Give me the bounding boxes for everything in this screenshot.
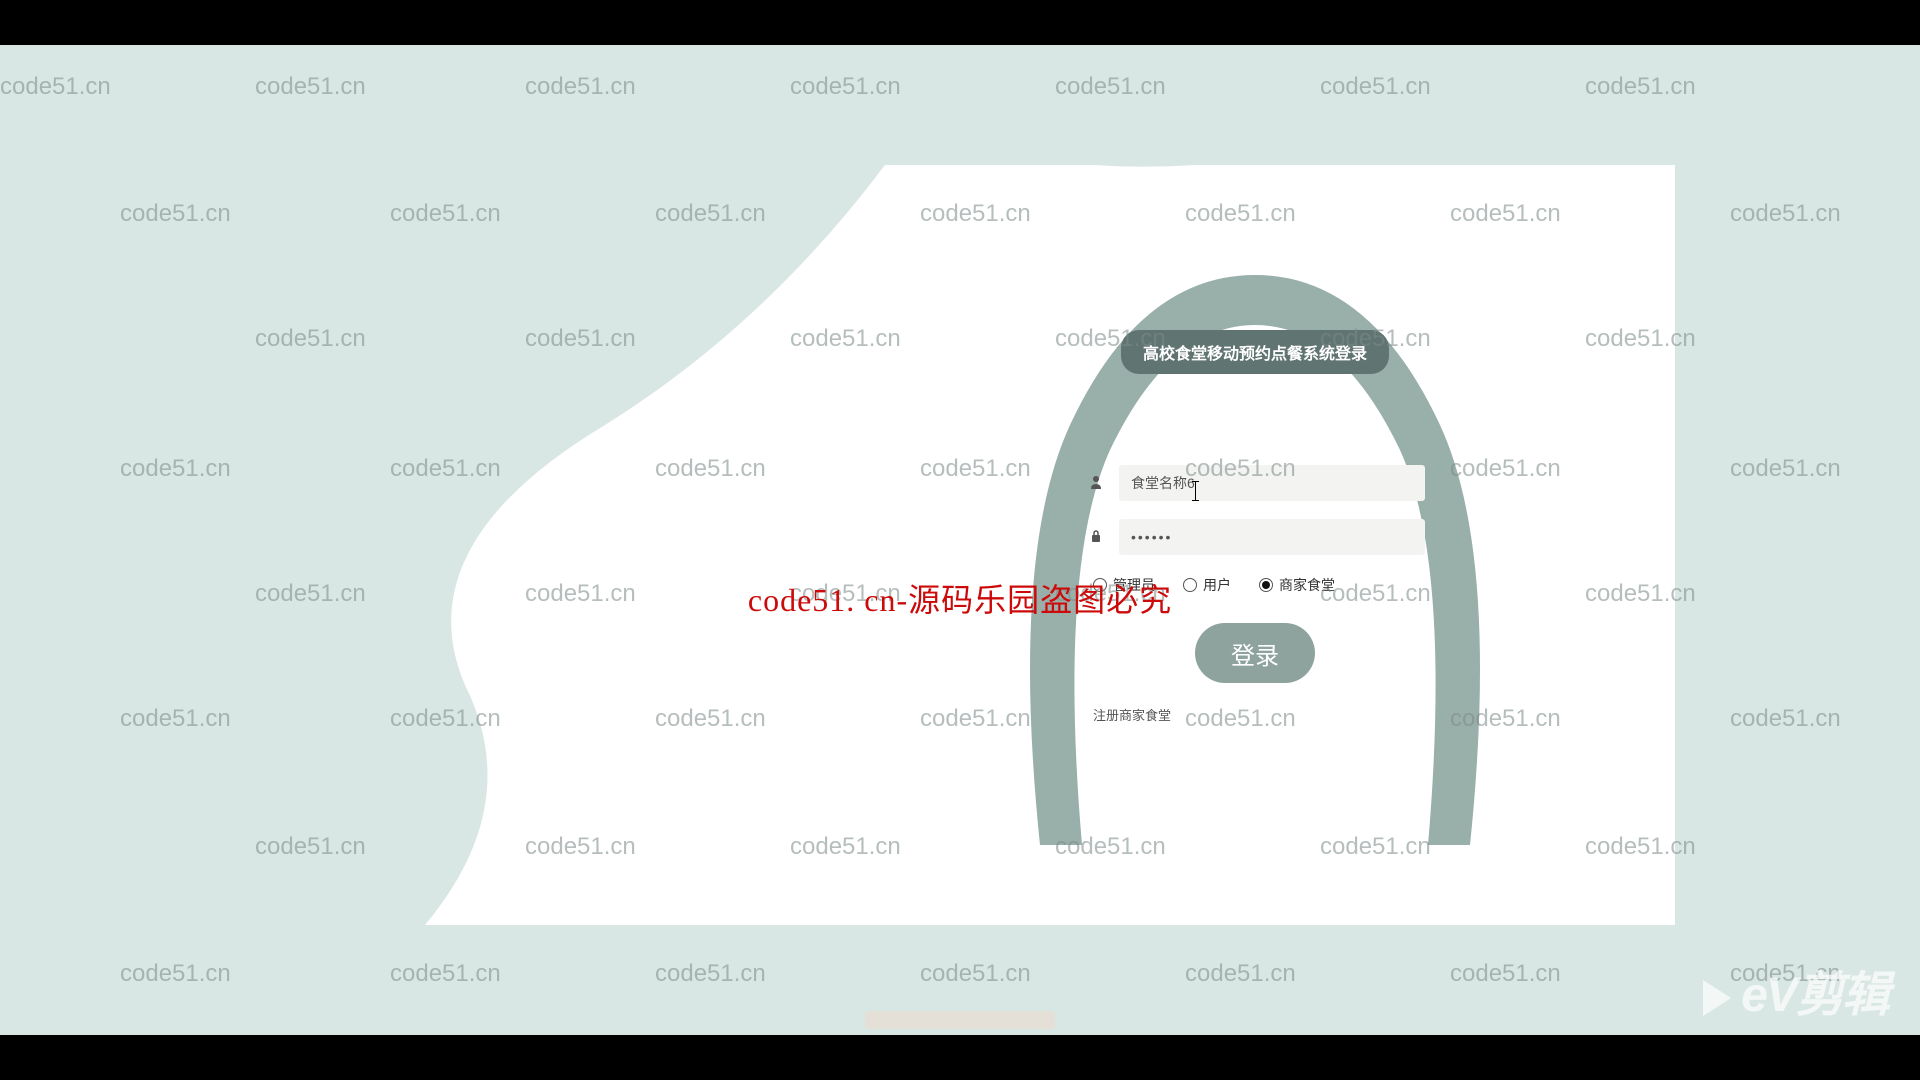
login-title: 高校食堂移动预约点餐系统登录	[1121, 330, 1389, 374]
login-button[interactable]: 登录	[1195, 623, 1315, 683]
ime-bar	[865, 1011, 1055, 1029]
radio-icon	[1183, 578, 1197, 592]
login-panel: 高校食堂移动预约点餐系统登录 管理员	[1010, 255, 1500, 845]
role-user[interactable]: 用户	[1183, 575, 1231, 595]
password-field	[1085, 519, 1425, 555]
user-icon	[1085, 475, 1107, 492]
lock-icon	[1085, 529, 1107, 546]
role-label: 管理员	[1113, 575, 1155, 595]
decorative-blob-top	[815, 55, 1355, 185]
role-merchant[interactable]: 商家食堂	[1259, 575, 1335, 595]
role-radio-group: 管理员 用户 商家食堂	[1085, 575, 1425, 595]
role-label: 用户	[1203, 575, 1231, 595]
password-input[interactable]	[1119, 519, 1425, 555]
role-admin[interactable]: 管理员	[1093, 575, 1155, 595]
username-field	[1085, 465, 1425, 501]
radio-icon	[1259, 578, 1273, 592]
role-label: 商家食堂	[1279, 575, 1335, 595]
login-form: 管理员 用户 商家食堂 登录 注册商家食堂	[1085, 465, 1425, 724]
decorative-blob-left	[245, 165, 885, 925]
username-input[interactable]	[1119, 465, 1425, 501]
register-merchant-link[interactable]: 注册商家食堂	[1085, 705, 1425, 724]
radio-icon	[1093, 578, 1107, 592]
decorative-circle-right	[1675, 415, 1920, 1035]
app-viewport: 高校食堂移动预约点餐系统登录 管理员	[0, 45, 1920, 1035]
